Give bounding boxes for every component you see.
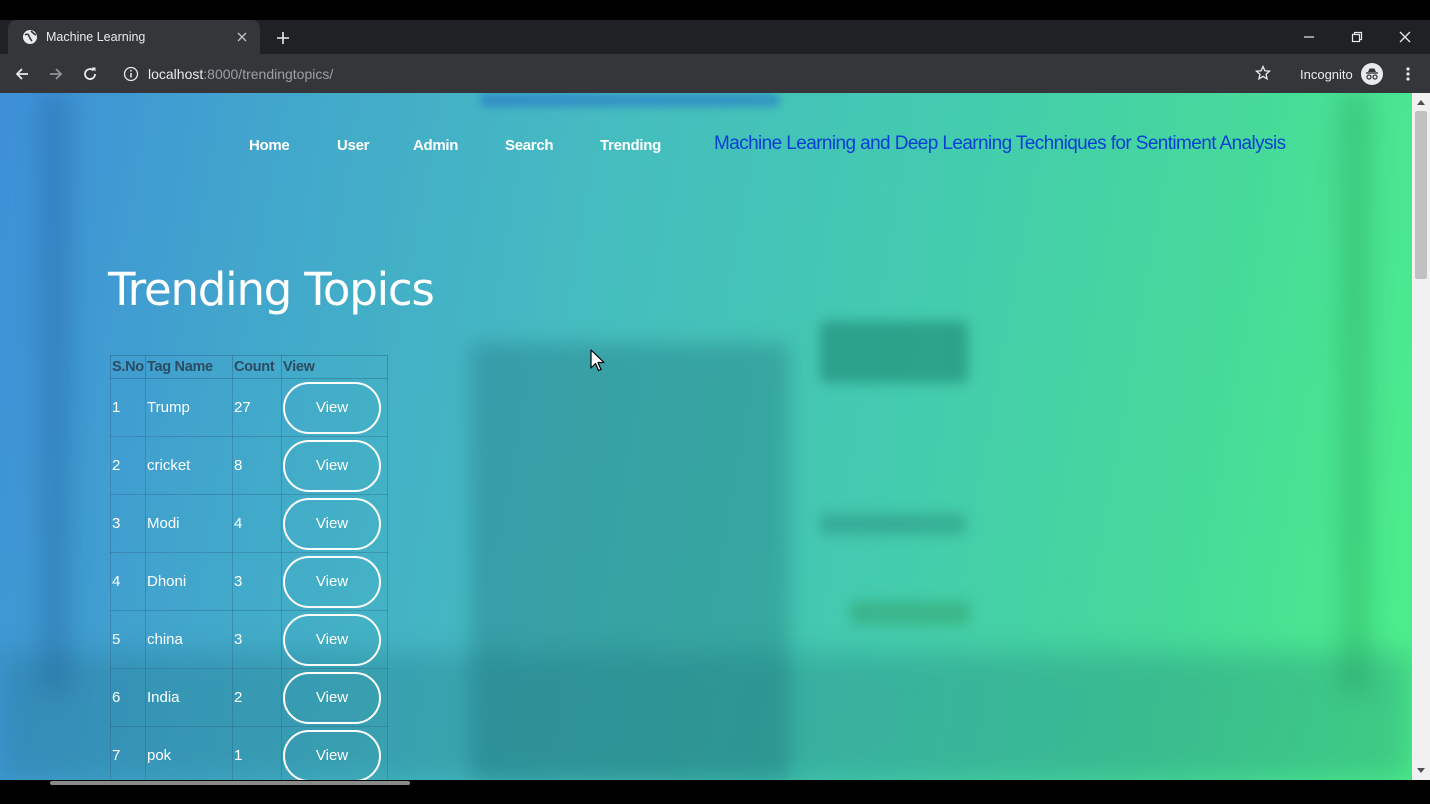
nav-trending[interactable]: Trending	[600, 137, 661, 154]
minimize-icon[interactable]	[1286, 20, 1332, 54]
page-title: Trending Topics	[108, 263, 435, 316]
cell-sno: 6	[110, 668, 146, 727]
browser-toolbar: localhost:8000/trendingtopics/ Incognito	[0, 54, 1430, 93]
cell-count: 4	[232, 494, 282, 553]
table-row: 6 India 2 View	[110, 668, 388, 727]
cell-count: 3	[232, 610, 282, 669]
cell-sno: 3	[110, 494, 146, 553]
cell-tag: cricket	[145, 436, 233, 495]
table-header-row: S.No Tag Name Count View	[110, 355, 388, 379]
view-button[interactable]: View	[283, 555, 381, 608]
table-row: 3 Modi 4 View	[110, 494, 388, 553]
table-row: 2 cricket 8 View	[110, 436, 388, 495]
cell-action: View	[281, 436, 388, 495]
mouse-pointer-icon	[590, 349, 606, 377]
header-sno: S.No	[110, 355, 146, 379]
cell-count: 27	[232, 378, 282, 437]
bookmark-star-icon[interactable]	[1250, 60, 1276, 86]
scroll-thumb[interactable]	[1415, 111, 1427, 279]
cell-tag: India	[145, 668, 233, 727]
cell-action: View	[281, 552, 388, 611]
table-row: 5 china 3 View	[110, 610, 388, 669]
cell-sno: 5	[110, 610, 146, 669]
url-path: :8000/trendingtopics/	[203, 65, 334, 82]
horizontal-scroll-thumb[interactable]	[50, 781, 410, 785]
cell-count: 1	[232, 726, 282, 780]
header-view: View	[281, 355, 388, 379]
cell-count: 2	[232, 668, 282, 727]
nav-user[interactable]: User	[337, 137, 369, 154]
site-title[interactable]: Machine Learning and Deep Learning Techn…	[714, 133, 1286, 155]
background-shape	[1340, 93, 1370, 693]
header-tag-name: Tag Name	[145, 355, 233, 379]
cell-sno: 2	[110, 436, 146, 495]
trending-topics-table: S.No Tag Name Count View 1 Trump 27 View…	[110, 355, 388, 780]
incognito-icon	[1360, 63, 1383, 85]
vertical-scrollbar[interactable]	[1412, 93, 1430, 780]
view-button[interactable]: View	[283, 671, 381, 724]
close-window-icon[interactable]	[1382, 20, 1428, 54]
cell-count: 3	[232, 552, 282, 611]
browser-tab[interactable]: Machine Learning	[8, 20, 260, 54]
cell-tag: pok	[145, 726, 233, 780]
cell-count: 8	[232, 436, 282, 495]
nav-search[interactable]: Search	[505, 137, 554, 154]
view-button[interactable]: View	[283, 729, 381, 780]
incognito-indicator[interactable]: Incognito	[1300, 62, 1383, 86]
background-shape	[820, 321, 968, 383]
view-button[interactable]: View	[283, 613, 381, 666]
nav-admin[interactable]: Admin	[413, 137, 458, 154]
globe-icon	[22, 29, 38, 45]
url-text: localhost:8000/trendingtopics/	[148, 66, 333, 82]
screen-top-bar	[0, 0, 1430, 20]
cell-sno: 4	[110, 552, 146, 611]
info-icon[interactable]	[122, 65, 140, 83]
kebab-menu-icon[interactable]	[1398, 60, 1418, 88]
cell-tag: Modi	[145, 494, 233, 553]
table-row: 4 Dhoni 3 View	[110, 552, 388, 611]
cell-action: View	[281, 668, 388, 727]
background-shape	[820, 513, 966, 535]
cell-tag: Trump	[145, 378, 233, 437]
tab-strip: Machine Learning	[0, 20, 1430, 54]
restore-icon[interactable]	[1334, 20, 1380, 54]
new-tab-icon[interactable]	[270, 25, 296, 51]
cell-sno: 7	[110, 726, 146, 780]
scroll-up-arrow-icon[interactable]	[1412, 94, 1430, 110]
background-shape	[480, 93, 780, 107]
scroll-down-arrow-icon[interactable]	[1412, 763, 1430, 779]
cell-tag: china	[145, 610, 233, 669]
cell-action: View	[281, 494, 388, 553]
view-button[interactable]: View	[283, 381, 381, 434]
incognito-label: Incognito	[1300, 66, 1353, 82]
url-host: localhost	[148, 65, 204, 82]
forward-arrow-icon[interactable]	[42, 60, 70, 88]
cell-action: View	[281, 378, 388, 437]
horizontal-scrollbar[interactable]	[0, 780, 1412, 804]
cell-action: View	[281, 726, 388, 780]
reload-icon[interactable]	[76, 60, 104, 88]
nav-home[interactable]: Home	[249, 137, 290, 154]
table-row: 7 pok 1 View	[110, 726, 388, 780]
header-count: Count	[232, 355, 282, 379]
background-shape	[850, 601, 970, 625]
view-button[interactable]: View	[283, 439, 381, 492]
address-bar[interactable]: localhost:8000/trendingtopics/	[112, 58, 1282, 89]
cell-action: View	[281, 610, 388, 669]
tab-title: Machine Learning	[46, 30, 146, 44]
view-button[interactable]: View	[283, 497, 381, 550]
close-tab-icon[interactable]	[228, 23, 256, 51]
background-shape	[40, 93, 70, 693]
cell-tag: Dhoni	[145, 552, 233, 611]
page-viewport: Home User Admin Search Trending Machine …	[0, 93, 1412, 780]
table-row: 1 Trump 27 View	[110, 378, 388, 437]
cell-sno: 1	[110, 378, 146, 437]
back-arrow-icon[interactable]	[8, 60, 36, 88]
